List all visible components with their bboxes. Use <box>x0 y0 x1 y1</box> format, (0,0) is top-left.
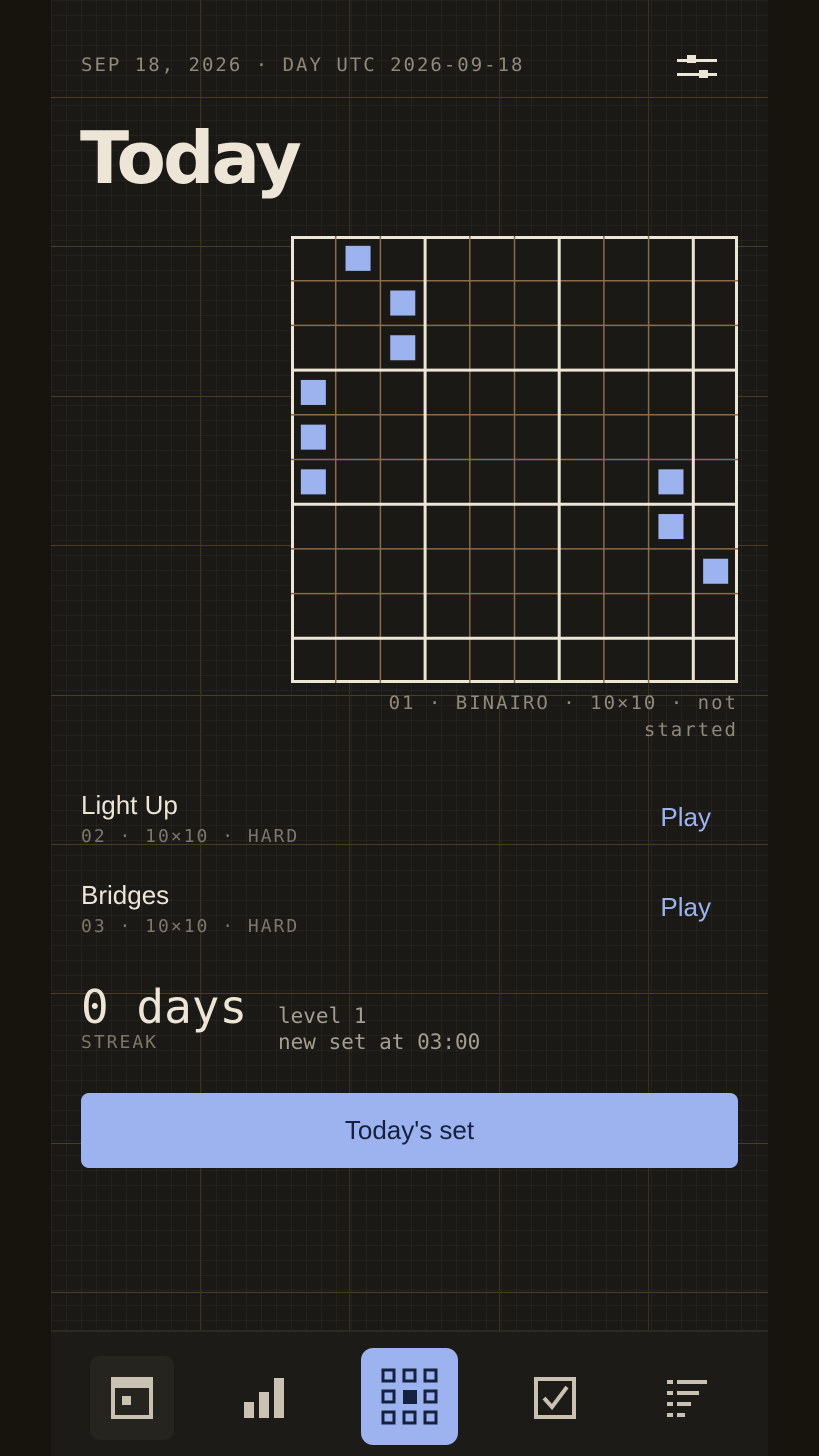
board-filled-cell <box>390 290 416 316</box>
board-filled-cell <box>300 379 326 405</box>
nav-completed[interactable] <box>513 1356 597 1440</box>
checkbox-icon <box>534 1377 576 1419</box>
calendar-icon <box>111 1377 153 1419</box>
stats-bars-icon <box>244 1378 284 1418</box>
bottom-nav <box>51 1330 768 1456</box>
board-filled-cell <box>658 514 684 540</box>
grid-line <box>51 1292 768 1293</box>
list-icon <box>667 1380 707 1417</box>
level-text: level 1 <box>278 1004 367 1028</box>
date-line: SEP 18, 2026 · DAY UTC 2026-09-18 <box>81 54 525 76</box>
grid-line <box>51 97 768 98</box>
puzzle-board-preview[interactable] <box>291 236 738 683</box>
puzzle-name: Light Up <box>81 790 178 820</box>
board-filled-cell <box>390 335 416 361</box>
page-title: Today <box>80 116 302 200</box>
board-caption: 01 · BINAIRO · 10×10 · not started <box>388 692 738 741</box>
nav-list[interactable] <box>645 1356 729 1440</box>
list-item-light-up[interactable]: Light Up 02 · 10×10 · HARD Play <box>81 790 711 860</box>
app-screen: SEP 18, 2026 · DAY UTC 2026-09-18 Today … <box>51 0 768 1456</box>
todays-set-button[interactable]: Today's set <box>81 1093 738 1168</box>
board-filled-cell <box>300 469 326 495</box>
sliders-icon <box>677 55 717 78</box>
puzzle-meta: 02 · 10×10 · HARD <box>81 826 300 847</box>
list-item-bridges[interactable]: Bridges 03 · 10×10 · HARD Play <box>81 880 711 950</box>
puzzle-meta: 03 · 10×10 · HARD <box>81 916 300 937</box>
nav-puzzles[interactable] <box>361 1348 458 1445</box>
puzzle-name: Bridges <box>81 880 170 910</box>
board-grid <box>291 236 738 683</box>
play-button-light-up[interactable]: Play <box>660 802 711 833</box>
next-set-text: new set at 03:00 <box>278 1030 481 1054</box>
puzzle-grid-icon <box>381 1368 437 1424</box>
settings-button[interactable] <box>671 48 723 88</box>
play-button-bridges[interactable]: Play <box>660 892 711 923</box>
board-filled-cell <box>658 469 684 495</box>
nav-calendar[interactable] <box>90 1356 174 1440</box>
board-filled-cell <box>300 424 326 450</box>
streak-label: STREAK <box>81 1032 159 1053</box>
streak-value: 0 days <box>81 980 248 1034</box>
board-filled-cell <box>703 558 729 584</box>
nav-stats[interactable] <box>222 1356 306 1440</box>
board-filled-cell <box>345 245 371 271</box>
